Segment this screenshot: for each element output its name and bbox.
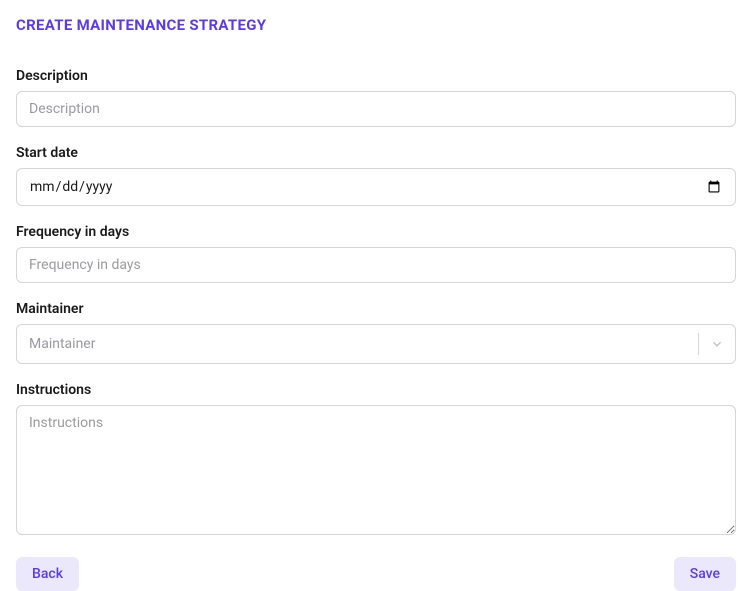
frequency-input[interactable] <box>16 247 736 283</box>
instructions-group: Instructions <box>16 382 736 539</box>
description-input[interactable] <box>16 91 736 127</box>
button-row: Back Save <box>16 557 736 591</box>
frequency-label: Frequency in days <box>16 224 736 240</box>
start-date-input[interactable] <box>16 168 736 206</box>
chevron-down-icon <box>699 325 735 363</box>
description-group: Description <box>16 68 736 127</box>
maintainer-group: Maintainer Maintainer <box>16 301 736 364</box>
description-label: Description <box>16 68 736 84</box>
back-button[interactable]: Back <box>16 557 79 591</box>
start-date-group: Start date <box>16 145 736 206</box>
maintainer-label: Maintainer <box>16 301 736 317</box>
frequency-group: Frequency in days <box>16 224 736 283</box>
instructions-label: Instructions <box>16 382 736 398</box>
start-date-label: Start date <box>16 145 736 161</box>
maintainer-select-placeholder: Maintainer <box>17 325 698 363</box>
instructions-textarea[interactable] <box>16 405 736 535</box>
page-title: CREATE MAINTENANCE STRATEGY <box>16 16 736 34</box>
save-button[interactable]: Save <box>674 557 736 591</box>
maintainer-select[interactable]: Maintainer <box>16 324 736 364</box>
